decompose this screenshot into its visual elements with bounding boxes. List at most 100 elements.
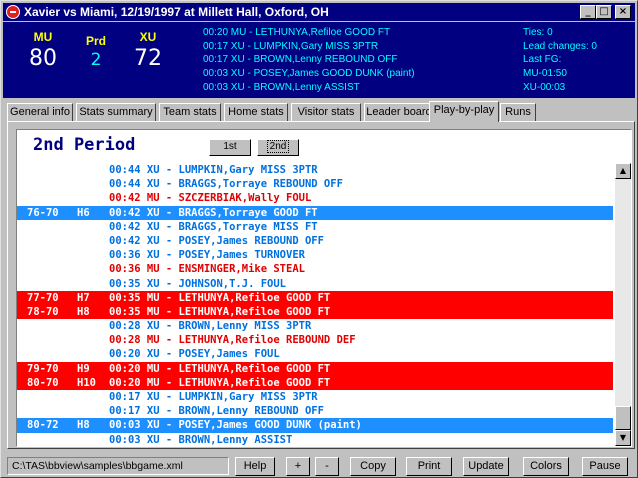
- tab-team-stats[interactable]: Team stats: [159, 103, 221, 121]
- tab-panel: 2nd Period 1st 2nd 00:44 XU - LUMPKIN,Ga…: [7, 121, 635, 449]
- tab-play-by-play[interactable]: Play-by-play: [429, 101, 499, 122]
- scroll-down-icon[interactable]: ▼: [615, 430, 631, 446]
- tab-home-stats[interactable]: Home stats: [224, 103, 288, 121]
- play-row[interactable]: 78-70 H8 00:35 MU - LETHUNYA,Refiloe GOOD …: [17, 304, 613, 320]
- away-score: 72: [134, 46, 162, 71]
- play-text: 00:42 MU - SZCZERBIAK,Wally FOUL: [109, 192, 312, 205]
- play-score: 76-70: [27, 206, 59, 219]
- play-row[interactable]: 00:17 XU - BROWN,Lenny REBOUND OFF: [17, 404, 613, 418]
- play-lead: H8: [77, 419, 90, 432]
- app-window: Xavier vs Miami, 12/19/1997 at Millett H…: [0, 0, 638, 478]
- play-text: 00:20 MU - LETHUNYA,Refiloe GOOD FT: [109, 376, 331, 389]
- play-row[interactable]: 00:35 XU - JOHNSON,T.J. FOUL: [17, 277, 613, 291]
- play-row[interactable]: 76-70 H6 00:42 XU - BRAGGS,Torraye GOOD FT: [17, 205, 613, 220]
- play-row[interactable]: 00:03 XU - BROWN,Lenny ASSIST: [17, 433, 613, 446]
- last-fg-label: Last FG:: [523, 54, 562, 66]
- home-score: 80: [29, 46, 57, 71]
- tab-runs[interactable]: Runs: [500, 103, 536, 121]
- recent-play: 00:20 MU - LETHUNYA,Refiloe GOOD FT: [203, 27, 391, 38]
- play-row[interactable]: 80-70 H10 00:20 MU - LETHUNYA,Refiloe GOOD…: [17, 375, 613, 390]
- game-stats: Ties: 0 Lead changes: 0 Last FG: MU-01:5…: [523, 26, 633, 95]
- scoreboard: MU 80 Prd 2 XU 72 00:20 MU - LETHUNYA,Re…: [3, 22, 635, 98]
- play-row[interactable]: 79-70 H9 00:20 MU - LETHUNYA,Refiloe GOOD …: [17, 361, 613, 376]
- period-2nd-button[interactable]: 2nd: [257, 139, 299, 156]
- play-lead: H7: [77, 291, 90, 304]
- play-text: 00:03 XU - POSEY,James GOOD DUNK (paint): [109, 419, 362, 432]
- play-row[interactable]: 00:36 MU - ENSMINGER,Mike STEAL: [17, 262, 613, 276]
- tab-stats-summary[interactable]: Stats summary: [76, 103, 156, 121]
- tab-leader-board[interactable]: Leader board: [364, 103, 434, 121]
- play-row[interactable]: 00:36 XU - POSEY,James TURNOVER: [17, 248, 613, 262]
- play-row[interactable]: 00:20 XU - POSEY,James FOUL: [17, 347, 613, 361]
- tab-visitor-stats[interactable]: Visitor stats: [291, 103, 361, 121]
- period-label: Prd: [85, 34, 106, 48]
- play-row[interactable]: 77-70 H7 00:35 MU - LETHUNYA,Refiloe GOOD …: [17, 290, 613, 305]
- play-text: 00:42 XU - BRAGGS,Torraye GOOD FT: [109, 206, 318, 219]
- tab-general-info[interactable]: General info: [7, 103, 73, 121]
- file-path: C:\TAS\bbview\samples\bbgame.xml: [7, 457, 229, 475]
- play-lead: H8: [77, 305, 90, 318]
- play-text: 00:36 XU - POSEY,James TURNOVER: [109, 249, 305, 262]
- home-team-label: MU: [33, 30, 53, 44]
- play-lead: H6: [77, 206, 90, 219]
- play-text: 00:17 XU - LUMPKIN,Gary MISS 3PTR: [109, 391, 318, 403]
- period-2nd-label: 2nd: [266, 140, 290, 153]
- close-button[interactable]: ×: [615, 5, 631, 19]
- play-text: 00:20 XU - POSEY,James FOUL: [109, 348, 280, 361]
- period-1st-button[interactable]: 1st: [209, 139, 251, 156]
- away-team-label: XU: [139, 30, 157, 44]
- lead-changes-stat: Lead changes: 0: [523, 40, 597, 52]
- title-bar[interactable]: Xavier vs Miami, 12/19/1997 at Millett H…: [3, 3, 635, 21]
- play-score: 80-70: [27, 376, 59, 389]
- colors-button[interactable]: Colors: [523, 457, 569, 476]
- play-score: 80-72: [27, 419, 59, 432]
- play-lead: H10: [77, 376, 96, 389]
- play-by-play-view: 2nd Period 1st 2nd 00:44 XU - LUMPKIN,Ga…: [16, 129, 632, 447]
- play-row[interactable]: 00:42 XU - BRAGGS,Torraye MISS FT: [17, 220, 613, 234]
- play-score: 79-70: [27, 362, 59, 375]
- play-text: 00:17 XU - BROWN,Lenny REBOUND OFF: [109, 405, 324, 418]
- play-text: 00:42 XU - BRAGGS,Torraye MISS FT: [109, 220, 318, 233]
- copy-button[interactable]: Copy: [350, 457, 396, 476]
- play-text: 00:35 MU - LETHUNYA,Refiloe GOOD FT: [109, 305, 331, 318]
- print-button[interactable]: Print: [406, 457, 452, 476]
- play-row[interactable]: 00:42 XU - POSEY,James REBOUND OFF: [17, 234, 613, 248]
- minimize-button[interactable]: _: [580, 5, 596, 19]
- play-row[interactable]: 00:42 MU - SZCZERBIAK,Wally FOUL: [17, 191, 613, 205]
- play-row[interactable]: 00:28 XU - BROWN,Lenny MISS 3PTR: [17, 319, 613, 333]
- update-button[interactable]: Update: [463, 457, 509, 476]
- zoom-out-button[interactable]: -: [315, 457, 339, 476]
- window-title: Xavier vs Miami, 12/19/1997 at Millett H…: [24, 5, 329, 19]
- app-icon[interactable]: [6, 5, 20, 19]
- recent-play: 00:03 XU - POSEY,James GOOD DUNK (paint): [203, 68, 415, 80]
- play-text: 00:44 XU - BRAGGS,Torrayе REBOUND OFF: [109, 178, 343, 191]
- play-text: 00:36 MU - ENSMINGER,Mike STEAL: [109, 263, 305, 276]
- pause-button[interactable]: Pause: [582, 457, 628, 476]
- status-bar: C:\TAS\bbview\samples\bbgame.xml Help + …: [3, 455, 635, 477]
- play-text: 00:44 XU - LUMPKIN,Gary MISS 3PTR: [109, 164, 318, 176]
- scroll-thumb[interactable]: [615, 406, 631, 430]
- play-row[interactable]: 80-72 H8 00:03 XU - POSEY,James GOOD DUNK …: [17, 418, 613, 433]
- play-text: 00:35 MU - LETHUNYA,Refiloe GOOD FT: [109, 291, 331, 304]
- play-row[interactable]: 00:28 MU - LETHUNYA,Refiloe REBOUND DEF: [17, 333, 613, 347]
- play-list[interactable]: 00:44 XU - LUMPKIN,Gary MISS 3PTR 00:44 X…: [17, 163, 613, 446]
- recent-play: 00:17 XU - LUMPKIN,Gary MISS 3PTR: [203, 40, 379, 52]
- play-text: 00:28 MU - LETHUNYA,Refiloe REBOUND DEF: [109, 334, 356, 347]
- scroll-up-icon[interactable]: ▲: [615, 163, 631, 179]
- ties-stat: Ties: 0: [523, 27, 553, 38]
- maximize-button[interactable]: □: [596, 5, 612, 19]
- period-title: 2nd Period: [33, 135, 136, 155]
- period-value: 2: [90, 50, 102, 70]
- help-button[interactable]: Help: [235, 457, 275, 476]
- zoom-in-button[interactable]: +: [286, 457, 310, 476]
- play-score: 77-70: [27, 291, 59, 304]
- play-row[interactable]: 00:17 XU - LUMPKIN,Gary MISS 3PTR: [17, 390, 613, 404]
- recent-play: 00:17 XU - BROWN,Lenny REBOUND OFF: [203, 54, 398, 66]
- play-text: 00:42 XU - POSEY,James REBOUND OFF: [109, 234, 324, 247]
- play-text: 00:20 MU - LETHUNYA,Refiloe GOOD FT: [109, 362, 331, 375]
- play-lead: H9: [77, 362, 90, 375]
- vertical-scrollbar[interactable]: ▲ ▼: [615, 163, 631, 446]
- play-row[interactable]: 00:44 XU - LUMPKIN,Gary MISS 3PTR: [17, 163, 613, 177]
- play-row[interactable]: 00:44 XU - BRAGGS,Torrayе REBOUND OFF: [17, 177, 613, 191]
- recent-play: 00:03 XU - BROWN,Lenny ASSIST: [203, 81, 360, 93]
